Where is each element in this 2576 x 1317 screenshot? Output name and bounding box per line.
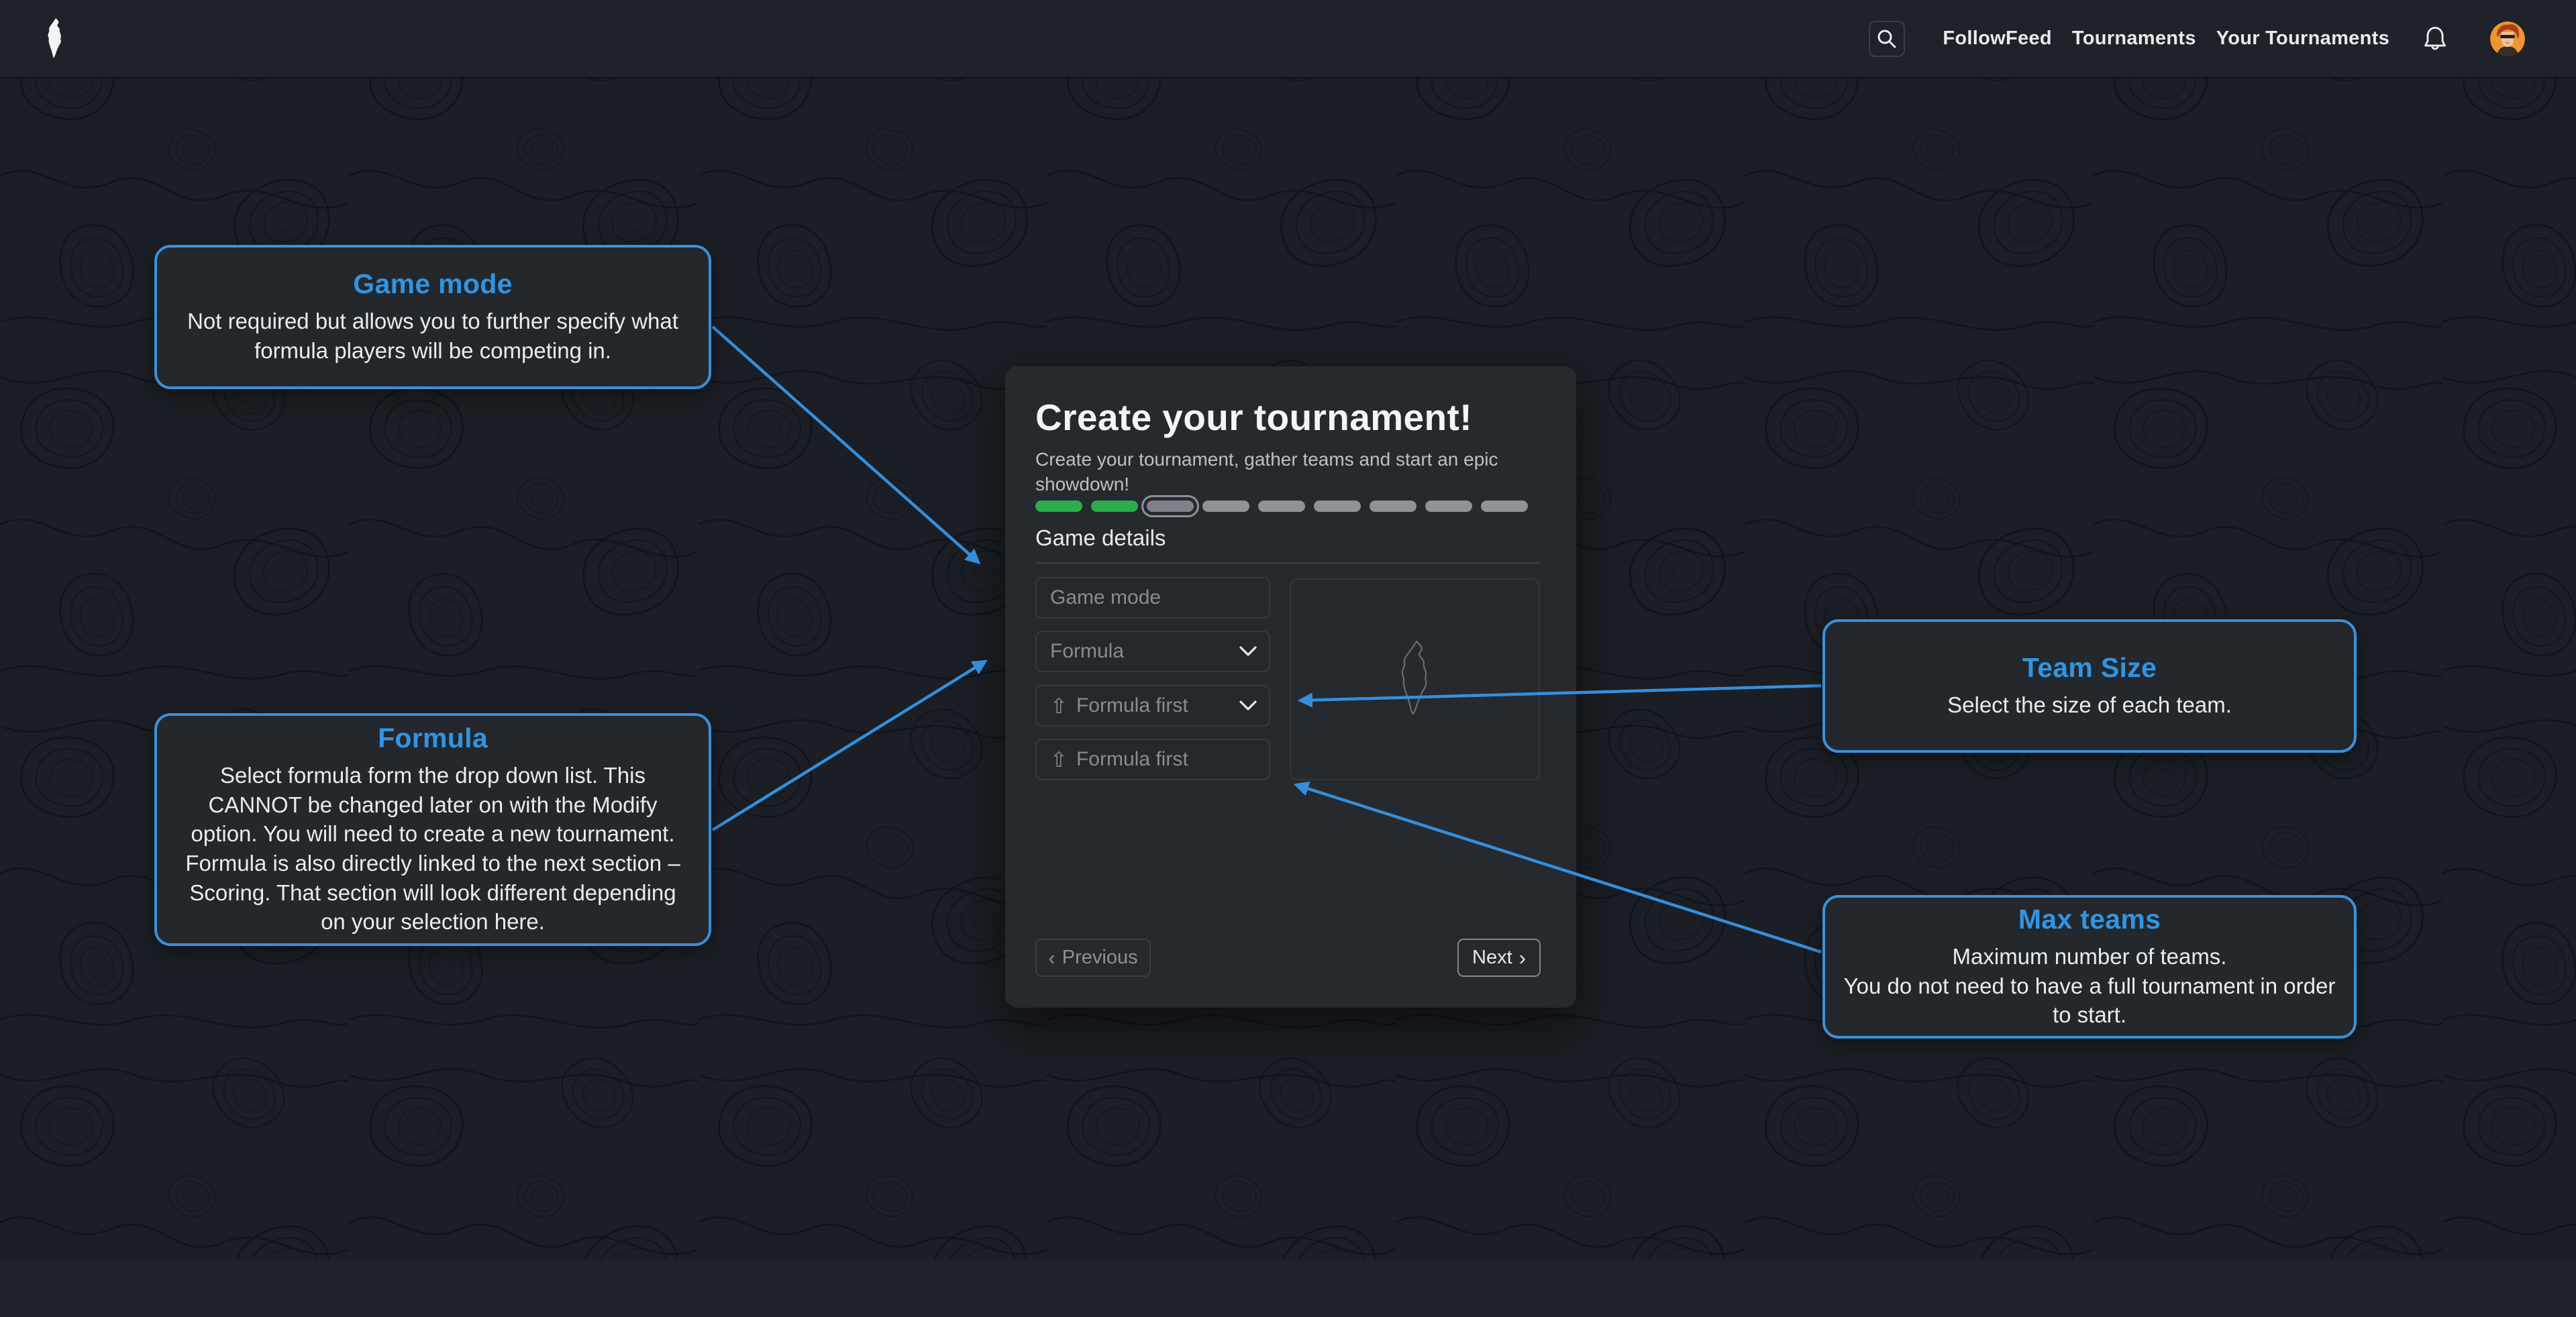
next-button[interactable]: Next › — [1457, 939, 1541, 977]
page: FollowFeed Tournaments Your Tournaments — [0, 0, 2576, 1317]
avatar-image — [2490, 21, 2525, 56]
navbar: FollowFeed Tournaments Your Tournaments — [0, 0, 2576, 77]
search-icon — [1875, 28, 1898, 50]
max-teams-input[interactable]: ⇧ Formula first — [1035, 739, 1270, 780]
next-label: Next — [1472, 947, 1512, 969]
modal-subtitle: Create your tournament, gather teams and… — [1035, 447, 1505, 496]
field-label: Formula — [1050, 640, 1124, 663]
map-preview-panel — [1290, 578, 1540, 780]
callout-max-teams: Max teams Maximum number of teams. You d… — [1822, 895, 2357, 1039]
callout-title: Game mode — [353, 268, 512, 300]
team-size-select[interactable]: ⇧ Formula first — [1035, 685, 1270, 727]
chevron-left-icon: ‹ — [1048, 947, 1055, 968]
field-label: Game mode — [1050, 586, 1161, 609]
nav-links: FollowFeed Tournaments Your Tournaments — [1943, 28, 2389, 50]
callout-body: Not required but allows you to further s… — [183, 307, 683, 365]
previous-label: Previous — [1062, 947, 1138, 969]
shift-arrow-icon: ⇧ — [1050, 749, 1068, 770]
callout-body: Select formula form the drop down list. … — [180, 761, 686, 936]
search-button[interactable] — [1869, 21, 1905, 57]
callout-title: Formula — [378, 723, 488, 754]
footer-strip — [0, 1259, 2576, 1317]
field-label: Formula first — [1076, 748, 1188, 771]
nav-link-followfeed[interactable]: FollowFeed — [1943, 28, 2052, 50]
progress-step-1 — [1035, 501, 1082, 512]
navbar-actions: FollowFeed Tournaments Your Tournaments — [1869, 21, 2576, 57]
callout-team-size: Team Size Select the size of each team. — [1822, 619, 2357, 753]
section-heading: Game details — [1035, 525, 1166, 551]
shift-arrow-icon: ⇧ — [1050, 696, 1068, 717]
callout-formula: Formula Select formula form the drop dow… — [154, 713, 711, 946]
progress-step-5 — [1258, 501, 1305, 512]
bell-icon — [2422, 25, 2449, 53]
create-tournament-modal: Create your tournament! Create your tour… — [1005, 366, 1576, 1008]
app-logo[interactable] — [43, 17, 67, 60]
progress-step-2 — [1091, 501, 1138, 512]
section-divider — [1035, 562, 1540, 564]
chevron-right-icon: › — [1519, 947, 1526, 968]
progress-step-9 — [1481, 501, 1528, 512]
nav-link-your-tournaments[interactable]: Your Tournaments — [2216, 28, 2389, 50]
callout-title: Max teams — [2018, 904, 2161, 935]
nav-link-tournaments[interactable]: Tournaments — [2072, 28, 2196, 50]
callout-game-mode: Game mode Not required but allows you to… — [154, 245, 711, 389]
progress-step-8 — [1425, 501, 1472, 512]
progress-step-3 — [1147, 501, 1194, 512]
callout-title: Team Size — [2022, 652, 2157, 684]
formula-select[interactable]: Formula — [1035, 631, 1270, 672]
user-avatar[interactable] — [2490, 21, 2525, 56]
modal-title: Create your tournament! — [1035, 396, 1472, 439]
callout-body: Select the size of each team. — [1947, 690, 2232, 720]
previous-button[interactable]: ‹ Previous — [1035, 939, 1151, 977]
island-outline-icon — [1394, 640, 1437, 719]
chevron-down-icon — [1239, 700, 1257, 711]
callout-body: You do not need to have a full tournamen… — [1841, 971, 2338, 1030]
callout-body: Maximum number of teams. — [1841, 942, 2338, 971]
island-logo-icon — [43, 17, 67, 60]
progress-step-7 — [1370, 501, 1416, 512]
notifications-button[interactable] — [2422, 25, 2449, 53]
field-label: Formula first — [1076, 694, 1188, 717]
progress-step-4 — [1202, 501, 1249, 512]
progress-step-6 — [1314, 501, 1361, 512]
progress-steps — [1035, 501, 1528, 512]
game-mode-input[interactable]: Game mode — [1035, 577, 1270, 619]
chevron-down-icon — [1239, 646, 1257, 657]
